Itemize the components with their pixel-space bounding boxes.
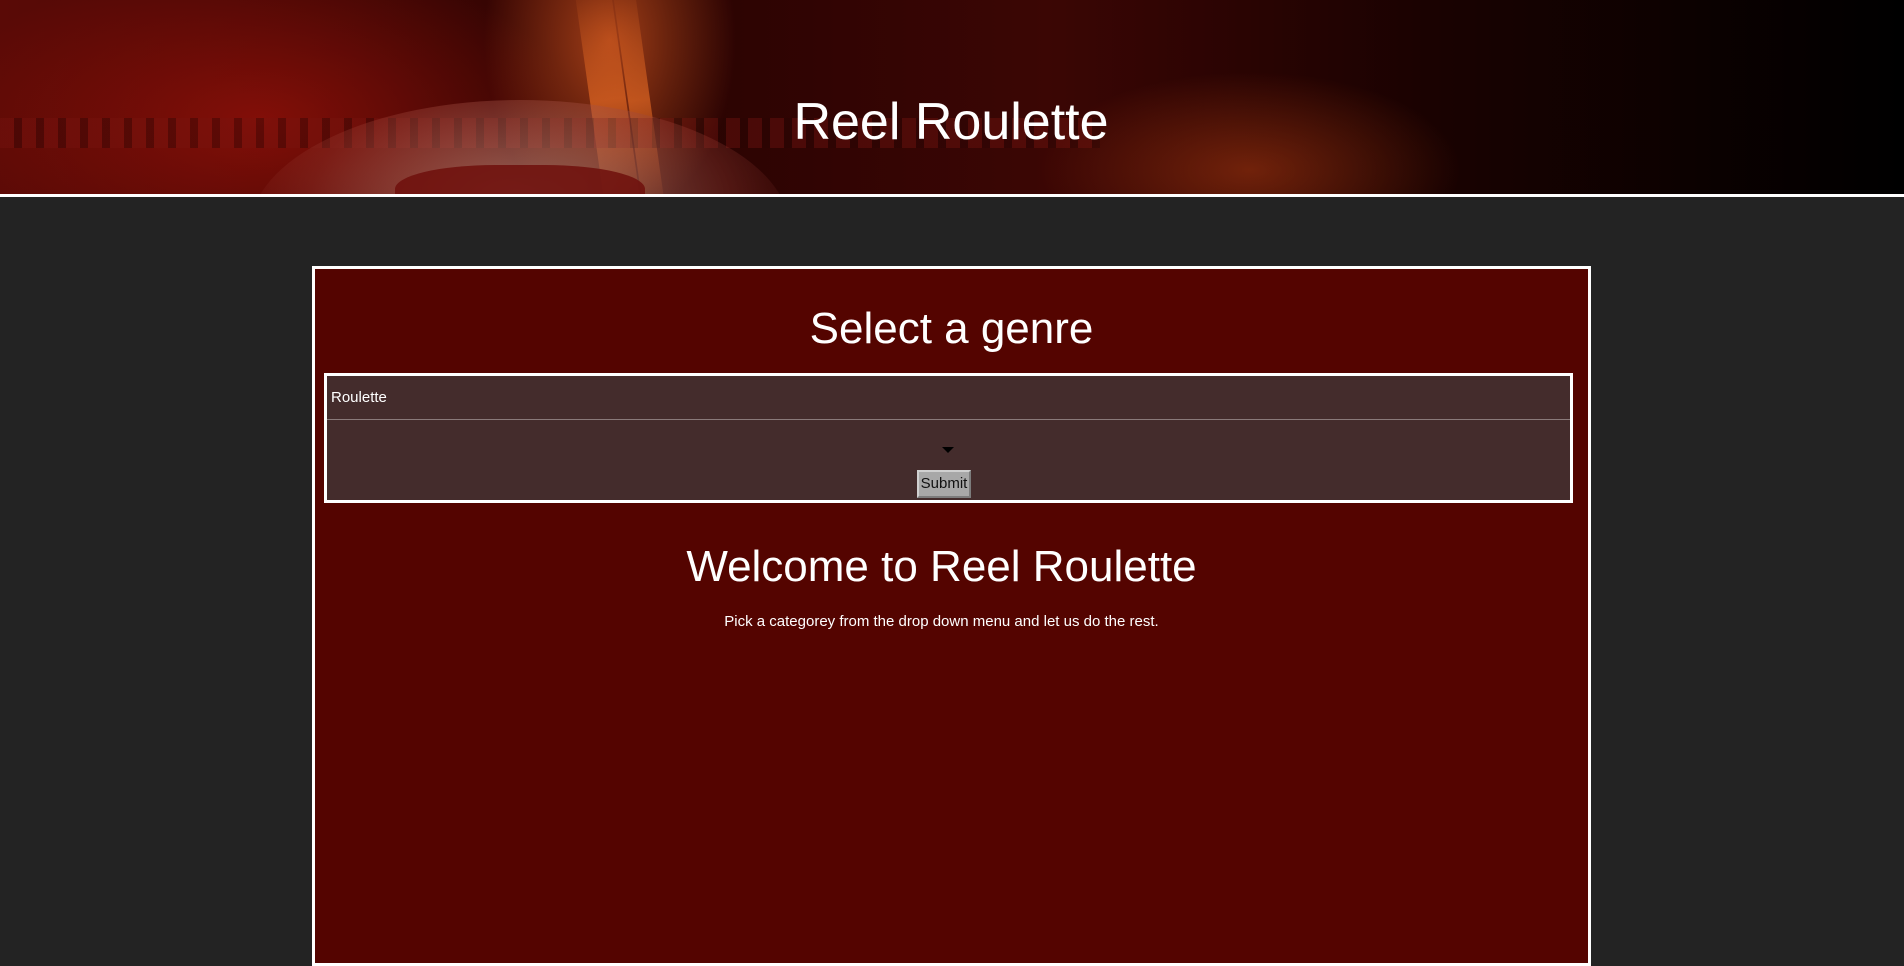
welcome-text: Pick a categorey from the drop down menu…: [724, 613, 1159, 630]
header-banner: Reel Roulette: [0, 0, 1904, 197]
site-title: Reel Roulette: [793, 93, 1109, 151]
submit-button[interactable]: Submit: [917, 470, 971, 498]
genre-select[interactable]: Roulette: [327, 376, 1570, 420]
chevron-down-icon[interactable]: [942, 447, 954, 453]
main-panel: Select a genre Roulette Submit Welcome t…: [312, 266, 1591, 966]
welcome-heading: Welcome to Reel Roulette: [686, 542, 1197, 591]
genre-heading: Select a genre: [809, 304, 1094, 353]
genre-form: Roulette Submit: [324, 373, 1573, 503]
film-reel-hole-decoration: [395, 165, 645, 194]
